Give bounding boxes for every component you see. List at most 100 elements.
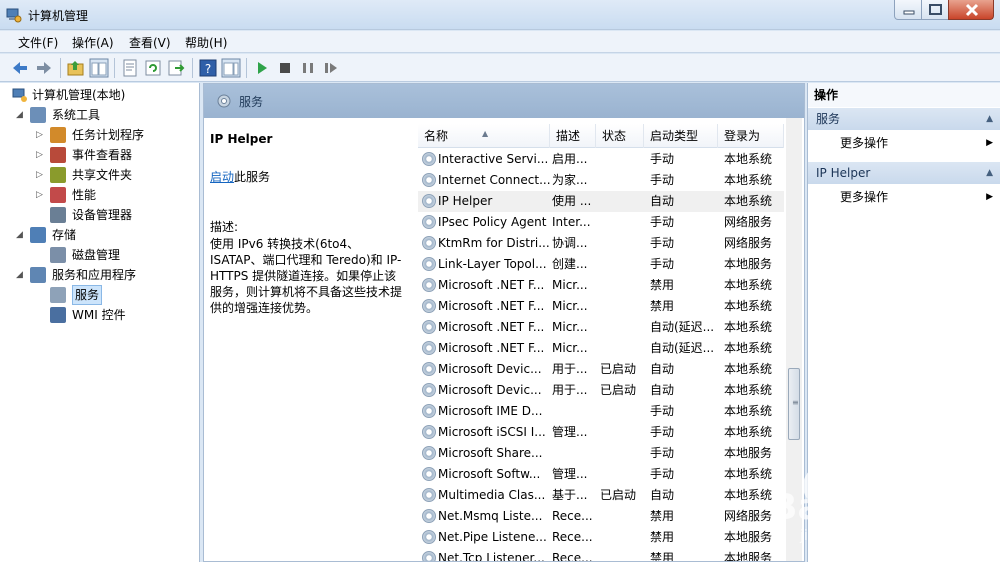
table-row[interactable]: Net.Msmq Liste... Rece... 禁用 网络服务 [418, 506, 784, 527]
tree-item-label: 系统工具 [52, 108, 101, 122]
tree-item[interactable]: ◢ 系统工具 [16, 105, 196, 125]
menu-view[interactable]: 查看(V) [129, 34, 171, 51]
table-row[interactable]: Link-Layer Topol... 创建... 手动 本地服务 [418, 254, 784, 275]
table-row[interactable]: Microsoft .NET F... Micr... 自动(延迟... 本地系统 [418, 317, 784, 338]
scrollbar-thumb[interactable]: ≡ [788, 368, 800, 440]
column-header-description[interactable]: 描述 [550, 124, 596, 148]
minimize-button[interactable] [894, 0, 922, 20]
back-arrow-icon[interactable] [10, 58, 30, 78]
export-icon[interactable] [166, 58, 186, 78]
tools-icon [30, 107, 46, 123]
cell-startup: 手动 [650, 425, 675, 439]
tree-item[interactable]: ▷ 性能 [36, 185, 196, 205]
service-gear-icon [422, 425, 436, 439]
show-hide-action-icon[interactable] [221, 58, 241, 78]
tree-item[interactable]: WMI 控件 [36, 305, 196, 325]
table-row[interactable]: Interactive Servi... 启用... 手动 本地系统 [418, 149, 784, 170]
vertical-scrollbar[interactable]: ≡ [786, 118, 802, 561]
menu-action[interactable]: 操作(A) [72, 34, 114, 51]
table-row[interactable]: Microsoft .NET F... Micr... 禁用 本地系统 [418, 296, 784, 317]
play-icon[interactable] [252, 58, 272, 78]
tree-item[interactable]: ▷ 共享文件夹 [36, 165, 196, 185]
tree-item[interactable]: 设备管理器 [36, 205, 196, 225]
more-actions-services[interactable]: 更多操作 ▶ [808, 132, 1000, 154]
tree-root[interactable]: 计算机管理(本地) [12, 85, 192, 105]
table-row[interactable]: Net.Tcp Listener... Rece... 禁用 本地服务 [418, 548, 784, 561]
collapsed-arrow-icon[interactable]: ▷ [36, 125, 46, 145]
table-row[interactable]: Microsoft Devic... 用于... 已启动 自动 本地系统 [418, 380, 784, 401]
sort-ascending-icon: ▲ [482, 129, 489, 138]
cell-startup: 禁用 [650, 509, 675, 523]
table-row[interactable]: Microsoft .NET F... Micr... 禁用 本地系统 [418, 275, 784, 296]
column-header-logon-as[interactable]: 登录为 [718, 124, 784, 148]
service-gear-icon [422, 194, 436, 208]
actions-section-ip-helper[interactable]: IP Helper ▲ [808, 162, 1000, 184]
more-actions-ip-helper[interactable]: 更多操作 ▶ [808, 186, 1000, 208]
expanded-arrow-icon[interactable]: ◢ [16, 105, 26, 125]
collapsed-arrow-icon[interactable]: ▷ [36, 185, 46, 205]
cell-name: Interactive Servi... [438, 152, 549, 166]
collapsed-arrow-icon[interactable]: ▷ [36, 145, 46, 165]
cell-startup: 自动 [650, 488, 675, 502]
cell-desc: Rece... [552, 551, 593, 561]
menu-file[interactable]: 文件(F) [18, 34, 58, 51]
refresh-icon[interactable] [143, 58, 163, 78]
tree-item-label: 存储 [52, 228, 77, 242]
table-row[interactable]: Microsoft Softw... 管理... 手动 本地系统 [418, 464, 784, 485]
table-row[interactable]: IPsec Policy Agent Inter... 手动 网络服务 [418, 212, 784, 233]
table-row[interactable]: Microsoft Devic... 用于... 已启动 自动 本地系统 [418, 359, 784, 380]
close-icon [965, 3, 979, 17]
forward-arrow-icon[interactable] [34, 58, 54, 78]
expanded-arrow-icon[interactable]: ◢ [16, 265, 26, 285]
table-row[interactable]: IP Helper 使用 ... 自动 本地系统 [418, 191, 784, 212]
collapse-icon: ▲ [986, 168, 993, 178]
help-icon[interactable]: ? [198, 58, 218, 78]
pause-icon[interactable] [298, 58, 318, 78]
service-gear-icon [422, 509, 436, 523]
tree-item[interactable]: ◢ 服务和应用程序 [16, 265, 196, 285]
table-row[interactable]: Internet Connect... 为家... 手动 本地系统 [418, 170, 784, 191]
menu-help[interactable]: 帮助(H) [185, 34, 227, 51]
cell-name: Microsoft Devic... [438, 362, 542, 376]
maximize-button[interactable] [921, 0, 949, 20]
column-header-status[interactable]: 状态 [596, 124, 644, 148]
cell-desc: 创建... [552, 257, 588, 271]
collapsed-arrow-icon[interactable]: ▷ [36, 165, 46, 185]
service-description-panel: IP Helper 启动此服务 描述: 使用 IPv6 转换技术(6to4、IS… [204, 118, 412, 561]
tree-item[interactable]: ◢ 存储 [16, 225, 196, 245]
table-row[interactable]: Microsoft .NET F... Micr... 自动(延迟... 本地系统 [418, 338, 784, 359]
table-row[interactable]: Microsoft iSCSI I... 管理... 手动 本地系统 [418, 422, 784, 443]
properties-icon[interactable] [120, 58, 140, 78]
up-folder-icon[interactable] [66, 58, 86, 78]
tree-item-label: 设备管理器 [72, 208, 133, 222]
tree-item[interactable]: ▷ 任务计划程序 [36, 125, 196, 145]
column-header-name[interactable]: ▲ 名称 [418, 124, 550, 148]
table-row[interactable]: KtmRm for Distri... 协调... 手动 网络服务 [418, 233, 784, 254]
tree-item[interactable]: ▷ 事件查看器 [36, 145, 196, 165]
cell-desc: Micr... [552, 341, 588, 355]
start-service-link[interactable]: 启动 [210, 170, 234, 184]
cell-name: Microsoft .NET F... [438, 341, 545, 355]
column-header-startup-type[interactable]: 启动类型 [644, 124, 718, 148]
table-row[interactable]: Multimedia Clas... 基于... 已启动 自动 本地系统 [418, 485, 784, 506]
tree-item[interactable]: 服务 [36, 285, 196, 305]
shared-folder-icon [50, 167, 66, 183]
actions-title: 操作 [808, 83, 1000, 107]
table-row[interactable]: Microsoft Share... 手动 本地服务 [418, 443, 784, 464]
table-row[interactable]: Microsoft IME D... 手动 本地系统 [418, 401, 784, 422]
cell-name: Microsoft .NET F... [438, 299, 545, 313]
actions-section-services[interactable]: 服务 ▲ [808, 108, 1000, 130]
cell-startup: 手动 [650, 404, 675, 418]
service-gear-icon [422, 152, 436, 166]
close-button[interactable] [948, 0, 994, 20]
stop-icon[interactable] [275, 58, 295, 78]
cell-desc: 基于... [552, 488, 588, 502]
cell-desc: 管理... [552, 425, 588, 439]
restart-icon[interactable] [321, 58, 341, 78]
show-hide-tree-icon[interactable] [89, 58, 109, 78]
tree-item[interactable]: 磁盘管理 [36, 245, 196, 265]
table-row[interactable]: Net.Pipe Listene... Rece... 禁用 本地服务 [418, 527, 784, 548]
tree-item-label: WMI 控件 [72, 308, 126, 322]
services-icon [217, 94, 231, 108]
expanded-arrow-icon[interactable]: ◢ [16, 225, 26, 245]
